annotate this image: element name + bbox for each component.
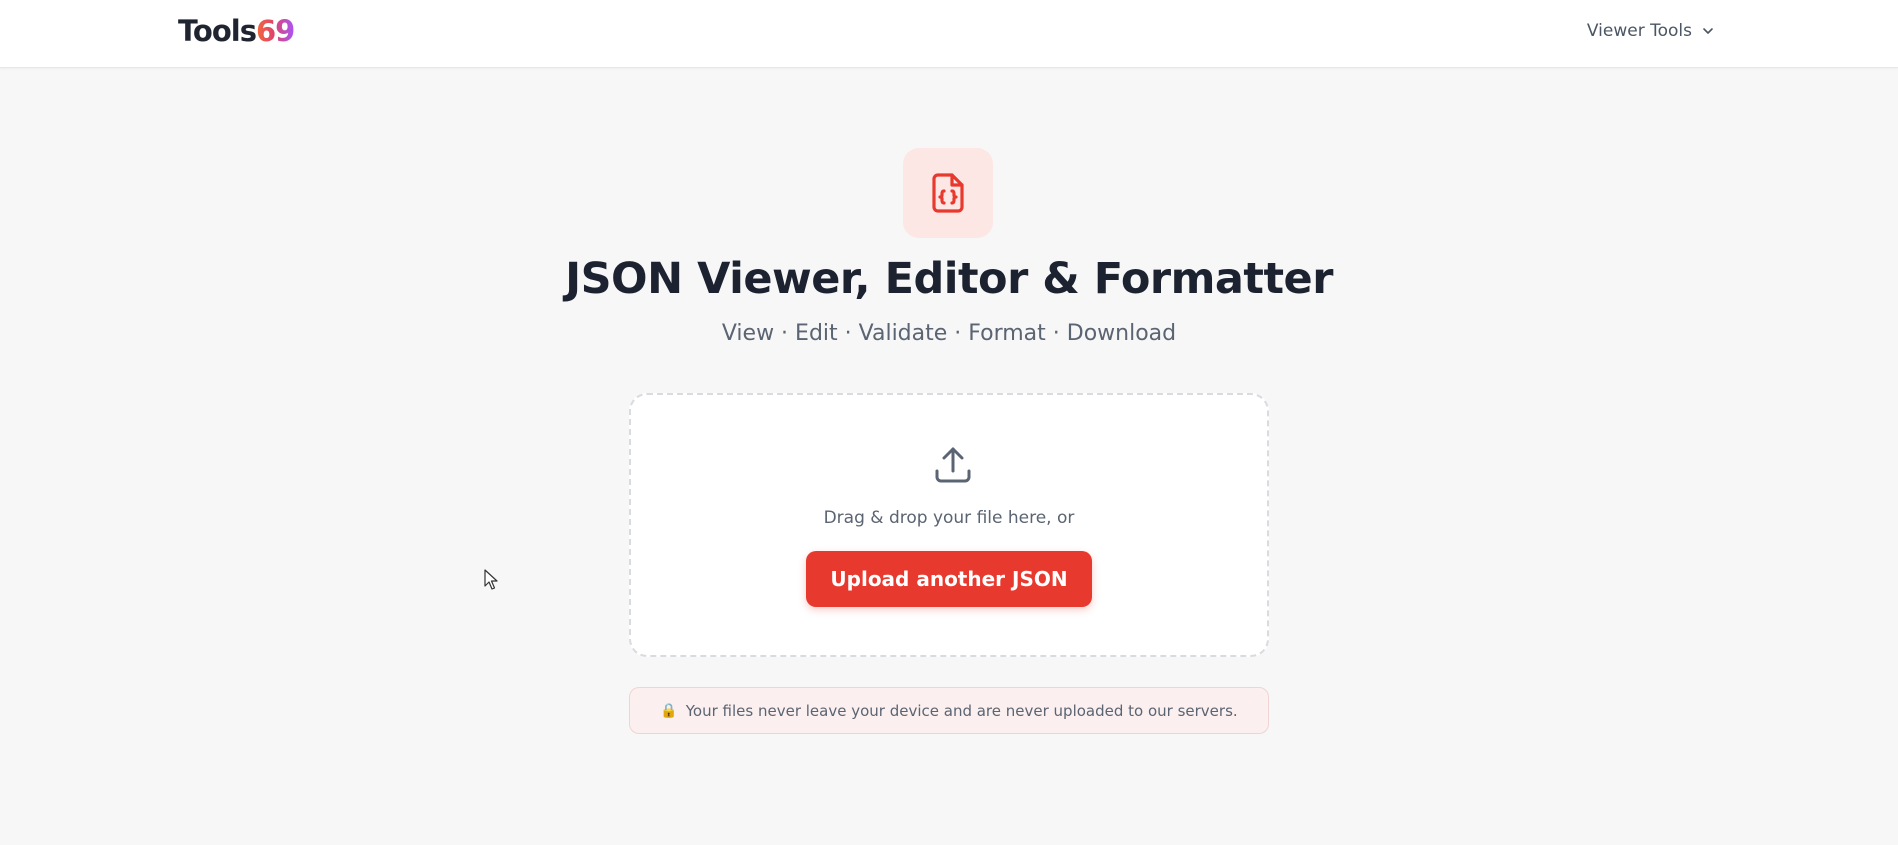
viewer-tools-label: Viewer Tools [1586, 21, 1692, 41]
lock-icon: 🔒 [660, 702, 678, 719]
privacy-notice: 🔒 Your files never leave your device and… [629, 687, 1269, 734]
viewer-tools-menu[interactable]: Viewer Tools [1587, 21, 1716, 41]
page-title: JSON Viewer, Editor & Formatter [565, 254, 1333, 304]
upload-json-button[interactable]: Upload another JSON [806, 551, 1092, 607]
json-file-icon-container [903, 148, 993, 238]
top-navbar: Tools 69 Viewer Tools [0, 0, 1898, 68]
upload-icon [935, 447, 971, 483]
mouse-cursor-icon [484, 569, 498, 590]
json-file-icon [932, 173, 964, 213]
file-dropzone[interactable]: Drag & drop your file here, or Upload an… [629, 393, 1269, 657]
brand-name-suffix: 69 [255, 14, 295, 48]
privacy-text: Your files never leave your device and a… [685, 701, 1238, 720]
brand-name-prefix: Tools [178, 14, 257, 48]
page-subtitle: View · Edit · Validate · Format · Downlo… [721, 321, 1177, 346]
dropzone-instructions: Drag & drop your file here, or [823, 508, 1075, 528]
chevron-down-icon [1703, 28, 1713, 34]
brand-logo[interactable]: Tools 69 [178, 14, 295, 48]
